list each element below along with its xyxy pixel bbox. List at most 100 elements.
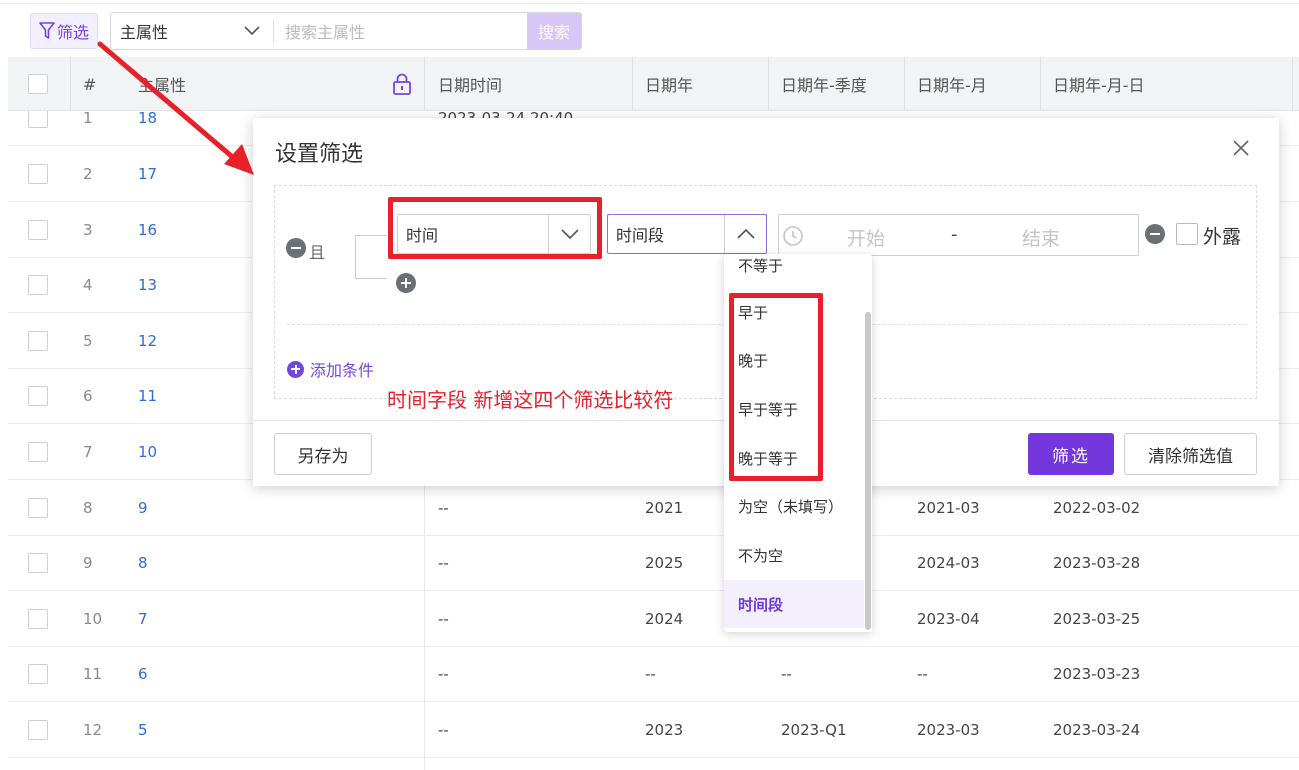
row-checkbox-cell[interactable] — [28, 202, 48, 258]
cell-year-month-day: 2023-03-28 — [1053, 554, 1141, 572]
add-subcondition-icon[interactable] — [396, 273, 416, 293]
row-checkbox[interactable] — [28, 664, 48, 684]
cell-index: 12 — [83, 721, 103, 739]
column-divider — [904, 57, 905, 111]
cell-index: 7 — [83, 443, 93, 461]
row-checkbox[interactable] — [28, 220, 48, 240]
row-checkbox-cell[interactable] — [28, 257, 48, 313]
cell-main-attr[interactable]: 17 — [138, 146, 157, 202]
save-as-button[interactable]: 另存为 — [274, 433, 372, 475]
row-checkbox-cell[interactable] — [28, 424, 48, 480]
column-divider — [1292, 57, 1293, 111]
row-checkbox-cell[interactable] — [28, 591, 48, 647]
cell-datetime: -- — [438, 554, 449, 572]
dropdown-item-empty[interactable]: 为空（未填写） — [724, 483, 864, 529]
cell-main-attr[interactable]: 16 — [138, 202, 157, 258]
row-checkbox-cell[interactable] — [28, 146, 48, 202]
column-divider — [632, 57, 633, 111]
cell-year-month-day: 2023-03-25 — [1053, 610, 1141, 628]
group-bracket — [355, 235, 387, 279]
funnel-icon — [39, 22, 55, 39]
cell-main-attr[interactable]: 5 — [138, 702, 148, 758]
row-checkbox[interactable] — [28, 386, 48, 406]
column-divider — [424, 480, 425, 770]
row-checkbox[interactable] — [28, 609, 48, 629]
chevron-down-icon — [244, 26, 260, 36]
dropdown-scrollbar[interactable] — [865, 312, 871, 630]
cell-main-attr[interactable]: 11 — [138, 368, 157, 424]
cell-datetime: -- — [438, 665, 449, 683]
row-checkbox[interactable] — [28, 498, 48, 518]
row-checkbox-cell[interactable] — [28, 313, 48, 369]
cell-main-attr[interactable]: 6 — [138, 646, 148, 702]
cell-year-month-day: 2023-03-24 — [1053, 721, 1141, 739]
header-main-attr[interactable]: 主属性 — [138, 57, 186, 111]
cell-year-month: 2023-04 — [917, 610, 980, 628]
row-checkbox[interactable] — [28, 553, 48, 573]
row-checkbox[interactable] — [28, 331, 48, 351]
table-row[interactable]: 9 8 -- 2025 2024-03 2023-03-28 — [8, 535, 1299, 591]
chevron-up-icon — [736, 228, 755, 239]
cell-main-attr[interactable]: 10 — [138, 424, 157, 480]
table-row[interactable]: 10 7 -- 2024 2023-04 2023-03-25 — [8, 591, 1299, 647]
table-row[interactable]: 8 9 -- 2021 2021-03 2022-03-02 — [8, 480, 1299, 536]
search-group: 主属性 搜索主属性 搜索 — [110, 12, 582, 50]
add-condition-button[interactable]: 添加条件 — [287, 357, 374, 381]
cell-main-attr[interactable]: 12 — [138, 313, 157, 369]
cell-year-month: 2023-03 — [917, 721, 980, 739]
select-all-checkbox[interactable] — [28, 74, 48, 94]
filter-button-label: 筛选 — [56, 23, 89, 42]
dropdown-item-time-range[interactable]: 时间段 — [724, 580, 864, 628]
annotation-text: 时间字段 新增这四个筛选比较符 — [387, 388, 674, 412]
operator-select[interactable]: 时间段 — [607, 214, 767, 254]
remove-condition-icon[interactable] — [1145, 224, 1165, 244]
row-checkbox-cell[interactable] — [28, 368, 48, 424]
row-checkbox-cell[interactable] — [28, 535, 48, 591]
cell-main-attr[interactable]: 9 — [138, 480, 148, 536]
row-checkbox[interactable] — [28, 164, 48, 184]
range-start-placeholder[interactable]: 开始 — [847, 224, 885, 251]
expose-checkbox[interactable] — [1176, 223, 1198, 245]
cell-datetime: -- — [438, 499, 449, 517]
dropdown-item-not-equal[interactable]: 不等于 — [724, 254, 864, 288]
cell-main-attr[interactable]: 7 — [138, 591, 148, 647]
row-checkbox[interactable] — [28, 720, 48, 740]
header-datetime[interactable]: 日期时间 — [438, 57, 502, 111]
row-checkbox-cell[interactable] — [28, 646, 48, 702]
operator-select-arrow[interactable] — [724, 215, 766, 253]
cell-index: 5 — [83, 332, 93, 350]
table-row[interactable]: 11 6 -- -- -- -- 2023-03-23 — [8, 646, 1299, 702]
annotation-box-field — [388, 197, 602, 259]
dropdown-item-not-empty[interactable]: 不为空 — [724, 532, 864, 578]
lock-icon[interactable] — [392, 73, 412, 95]
row-checkbox-cell[interactable] — [28, 480, 48, 536]
table-row[interactable]: 12 5 -- 2023 2023-Q1 2023-03 2023-03-24 — [8, 702, 1299, 758]
close-icon[interactable] — [1231, 138, 1251, 158]
apply-filter-button[interactable]: 筛选 — [1028, 433, 1114, 475]
search-button[interactable]: 搜索 — [527, 13, 581, 49]
toolbar: 筛选 主属性 搜索主属性 搜索 — [30, 12, 582, 50]
column-divider — [70, 57, 71, 111]
header-year-month[interactable]: 日期年-月 — [917, 57, 987, 111]
cell-main-attr[interactable]: 8 — [138, 535, 148, 591]
header-year-quarter[interactable]: 日期年-季度 — [781, 57, 867, 111]
clear-filter-button[interactable]: 清除筛选值 — [1124, 433, 1257, 475]
cell-index: 6 — [83, 387, 93, 405]
select-all-checkbox-cell[interactable] — [28, 57, 48, 111]
remove-group-icon[interactable] — [286, 238, 306, 258]
range-end-placeholder[interactable]: 结束 — [1022, 224, 1060, 251]
cell-index: 4 — [83, 276, 93, 294]
row-checkbox[interactable] — [28, 275, 48, 295]
row-checkbox-cell[interactable] — [28, 702, 48, 758]
header-year[interactable]: 日期年 — [645, 57, 693, 111]
row-checkbox[interactable] — [28, 108, 48, 128]
row-checkbox[interactable] — [28, 442, 48, 462]
filter-button[interactable]: 筛选 — [30, 13, 98, 49]
time-range-input[interactable]: 开始 - 结束 — [778, 214, 1139, 256]
search-field-select[interactable]: 主属性 — [111, 13, 273, 49]
search-input[interactable]: 搜索主属性 — [274, 13, 527, 49]
range-dash: - — [951, 224, 958, 245]
header-year-month-day[interactable]: 日期年-月-日 — [1053, 57, 1145, 111]
cell-main-attr[interactable]: 13 — [138, 257, 157, 313]
top-divider — [0, 0, 1299, 4]
